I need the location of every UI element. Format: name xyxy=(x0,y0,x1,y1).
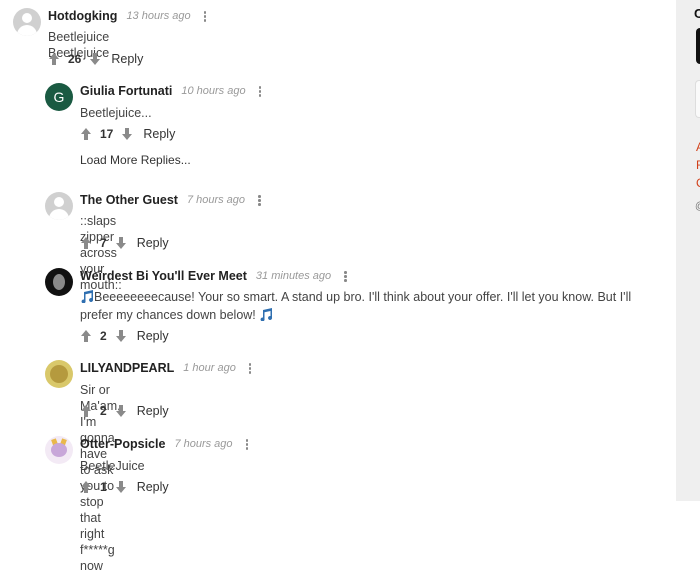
more-options-icon[interactable] xyxy=(254,84,266,98)
upvote-icon[interactable] xyxy=(80,404,92,418)
comment-author[interactable]: Hotdogking xyxy=(48,9,117,23)
vote-count: 26 xyxy=(68,52,82,66)
upvote-icon[interactable] xyxy=(80,480,92,494)
downvote-icon[interactable] xyxy=(89,52,101,66)
reply-button[interactable]: Reply xyxy=(143,127,175,141)
comment-time: 7 hours ago xyxy=(174,438,233,450)
comment-time: 31 minutes ago xyxy=(255,270,332,282)
comment-time: 7 hours ago xyxy=(186,194,246,206)
user-avatar[interactable] xyxy=(45,436,73,464)
comment-text: BeetleJuice xyxy=(80,459,145,473)
music-note-icon xyxy=(80,290,94,307)
more-options-icon[interactable] xyxy=(244,361,256,375)
comment-text: Beetlejuice... xyxy=(80,106,152,120)
load-more-replies-link[interactable]: Load More Replies... xyxy=(80,153,191,167)
user-avatar[interactable] xyxy=(45,192,73,220)
more-options-icon[interactable] xyxy=(241,437,253,451)
vote-count: 2 xyxy=(100,404,107,418)
more-options-icon[interactable] xyxy=(199,9,211,23)
user-avatar[interactable] xyxy=(13,8,41,36)
sidebar-link[interactable]: C xyxy=(696,176,700,190)
upvote-icon[interactable] xyxy=(48,52,60,66)
reply-button[interactable]: Reply xyxy=(137,329,169,343)
downvote-icon[interactable] xyxy=(115,236,127,250)
reply-button[interactable]: Reply xyxy=(137,480,169,494)
sidebar-heading-fragment: C xyxy=(694,6,700,21)
downvote-icon[interactable] xyxy=(115,329,127,343)
vote-count: 7 xyxy=(100,236,107,250)
vote-count: 17 xyxy=(100,127,114,141)
downvote-icon[interactable] xyxy=(121,127,133,141)
comment-author[interactable]: Otter-Popsicle xyxy=(80,437,165,451)
vote-count: 1 xyxy=(100,480,107,494)
downvote-icon[interactable] xyxy=(115,480,127,494)
user-avatar[interactable] xyxy=(45,360,73,388)
comment-text-line2: prefer my chances down below! xyxy=(80,308,260,322)
user-avatar[interactable]: G xyxy=(45,83,73,111)
comment-feed: Hotdogking 13 hours ago Beetlejuice Beet… xyxy=(0,0,676,573)
reply-button[interactable]: Reply xyxy=(111,52,143,66)
music-note-icon xyxy=(259,308,273,325)
comment-text-line1: Beeeeeeeecause! Your so smart. A stand u… xyxy=(94,290,632,304)
comment-time: 13 hours ago xyxy=(126,10,191,22)
upvote-icon[interactable] xyxy=(80,236,92,250)
comment-time: 1 hour ago xyxy=(183,362,236,374)
upvote-icon[interactable] xyxy=(80,127,92,141)
sidebar-button[interactable] xyxy=(696,28,700,64)
more-options-icon[interactable] xyxy=(253,193,265,207)
reply-button[interactable]: Reply xyxy=(137,404,169,418)
comment-time: 10 hours ago xyxy=(181,85,246,97)
sidebar-link[interactable]: A xyxy=(696,140,700,154)
comment-text: Beeeeeeeecause! Your so smart. A stand u… xyxy=(80,289,660,325)
upvote-icon[interactable] xyxy=(80,329,92,343)
vote-count: 2 xyxy=(100,329,107,343)
comment-author[interactable]: The Other Guest xyxy=(80,193,178,207)
comment-author[interactable]: Weirdest Bi You'll Ever Meet xyxy=(80,269,247,283)
more-options-icon[interactable] xyxy=(339,269,351,283)
sidebar-link[interactable]: F xyxy=(696,158,700,172)
user-avatar[interactable] xyxy=(45,268,73,296)
sidebar-input[interactable] xyxy=(695,80,700,118)
downvote-icon[interactable] xyxy=(115,404,127,418)
comment-author[interactable]: LILYANDPEARL xyxy=(80,361,174,375)
comment-author[interactable]: Giulia Fortunati xyxy=(80,84,172,98)
sidebar-panel: C A F C @ xyxy=(676,0,700,501)
copyright-text: @ xyxy=(695,201,700,212)
reply-button[interactable]: Reply xyxy=(137,236,169,250)
